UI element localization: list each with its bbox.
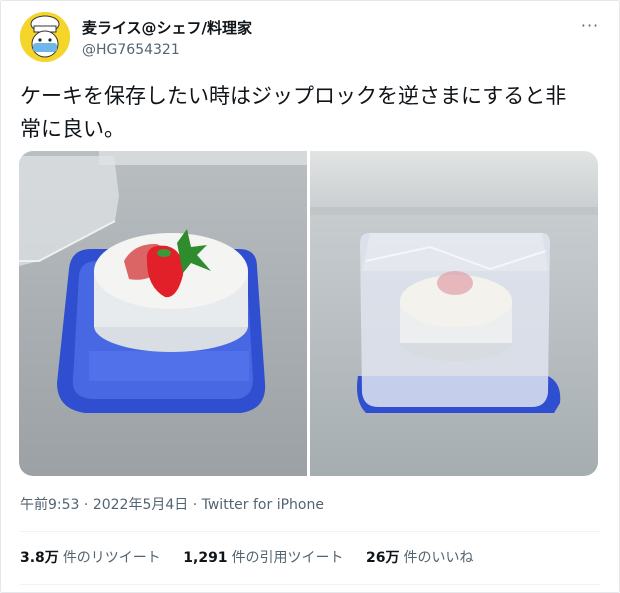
tweet-media	[19, 151, 598, 476]
author-name[interactable]: 麦ライス@シェフ/料理家	[82, 18, 252, 38]
like-count[interactable]: 26万 件のいいね	[366, 548, 473, 568]
quote-tweet-count[interactable]: 1,291 件の引用ツイート	[183, 548, 343, 568]
chef-avatar-icon	[20, 12, 70, 62]
more-options-icon[interactable]: ···	[578, 16, 602, 36]
tweet-time[interactable]: 午前9:53	[20, 497, 79, 513]
cake-covered-image	[310, 151, 598, 476]
meta-separator: ·	[83, 497, 89, 513]
stat-label: 件のいいね	[403, 550, 474, 566]
stat-label: 件の引用ツイート	[231, 550, 344, 566]
tweet-text: ケーキを保存したい時はジップロックを逆さまにすると非 常に良い。	[20, 84, 567, 141]
tweet-date[interactable]: 2022年5月4日	[93, 497, 188, 513]
meta-separator: ·	[192, 497, 198, 513]
stat-label: 件のリツイート	[62, 550, 161, 566]
divider	[20, 584, 600, 585]
author-handle[interactable]: @HG7654321	[82, 41, 180, 59]
photo-cake-covered[interactable]	[310, 151, 598, 476]
stat-count: 3.8万	[20, 550, 59, 566]
retweet-count[interactable]: 3.8万 件のリツイート	[20, 548, 161, 568]
tweet-source[interactable]: Twitter for iPhone	[202, 497, 324, 513]
stat-count: 26万	[366, 550, 400, 566]
engagement-stats: 3.8万 件のリツイート 1,291 件の引用ツイート 26万 件のいいね	[20, 548, 492, 568]
photo-cake-uncovered[interactable]	[19, 151, 307, 476]
cake-uncovered-image	[19, 151, 307, 476]
tweet-meta: 午前9:53 · 2022年5月4日 · Twitter for iPhone	[20, 496, 324, 514]
divider	[20, 531, 600, 532]
stat-count: 1,291	[183, 550, 228, 566]
avatar[interactable]	[20, 12, 70, 62]
